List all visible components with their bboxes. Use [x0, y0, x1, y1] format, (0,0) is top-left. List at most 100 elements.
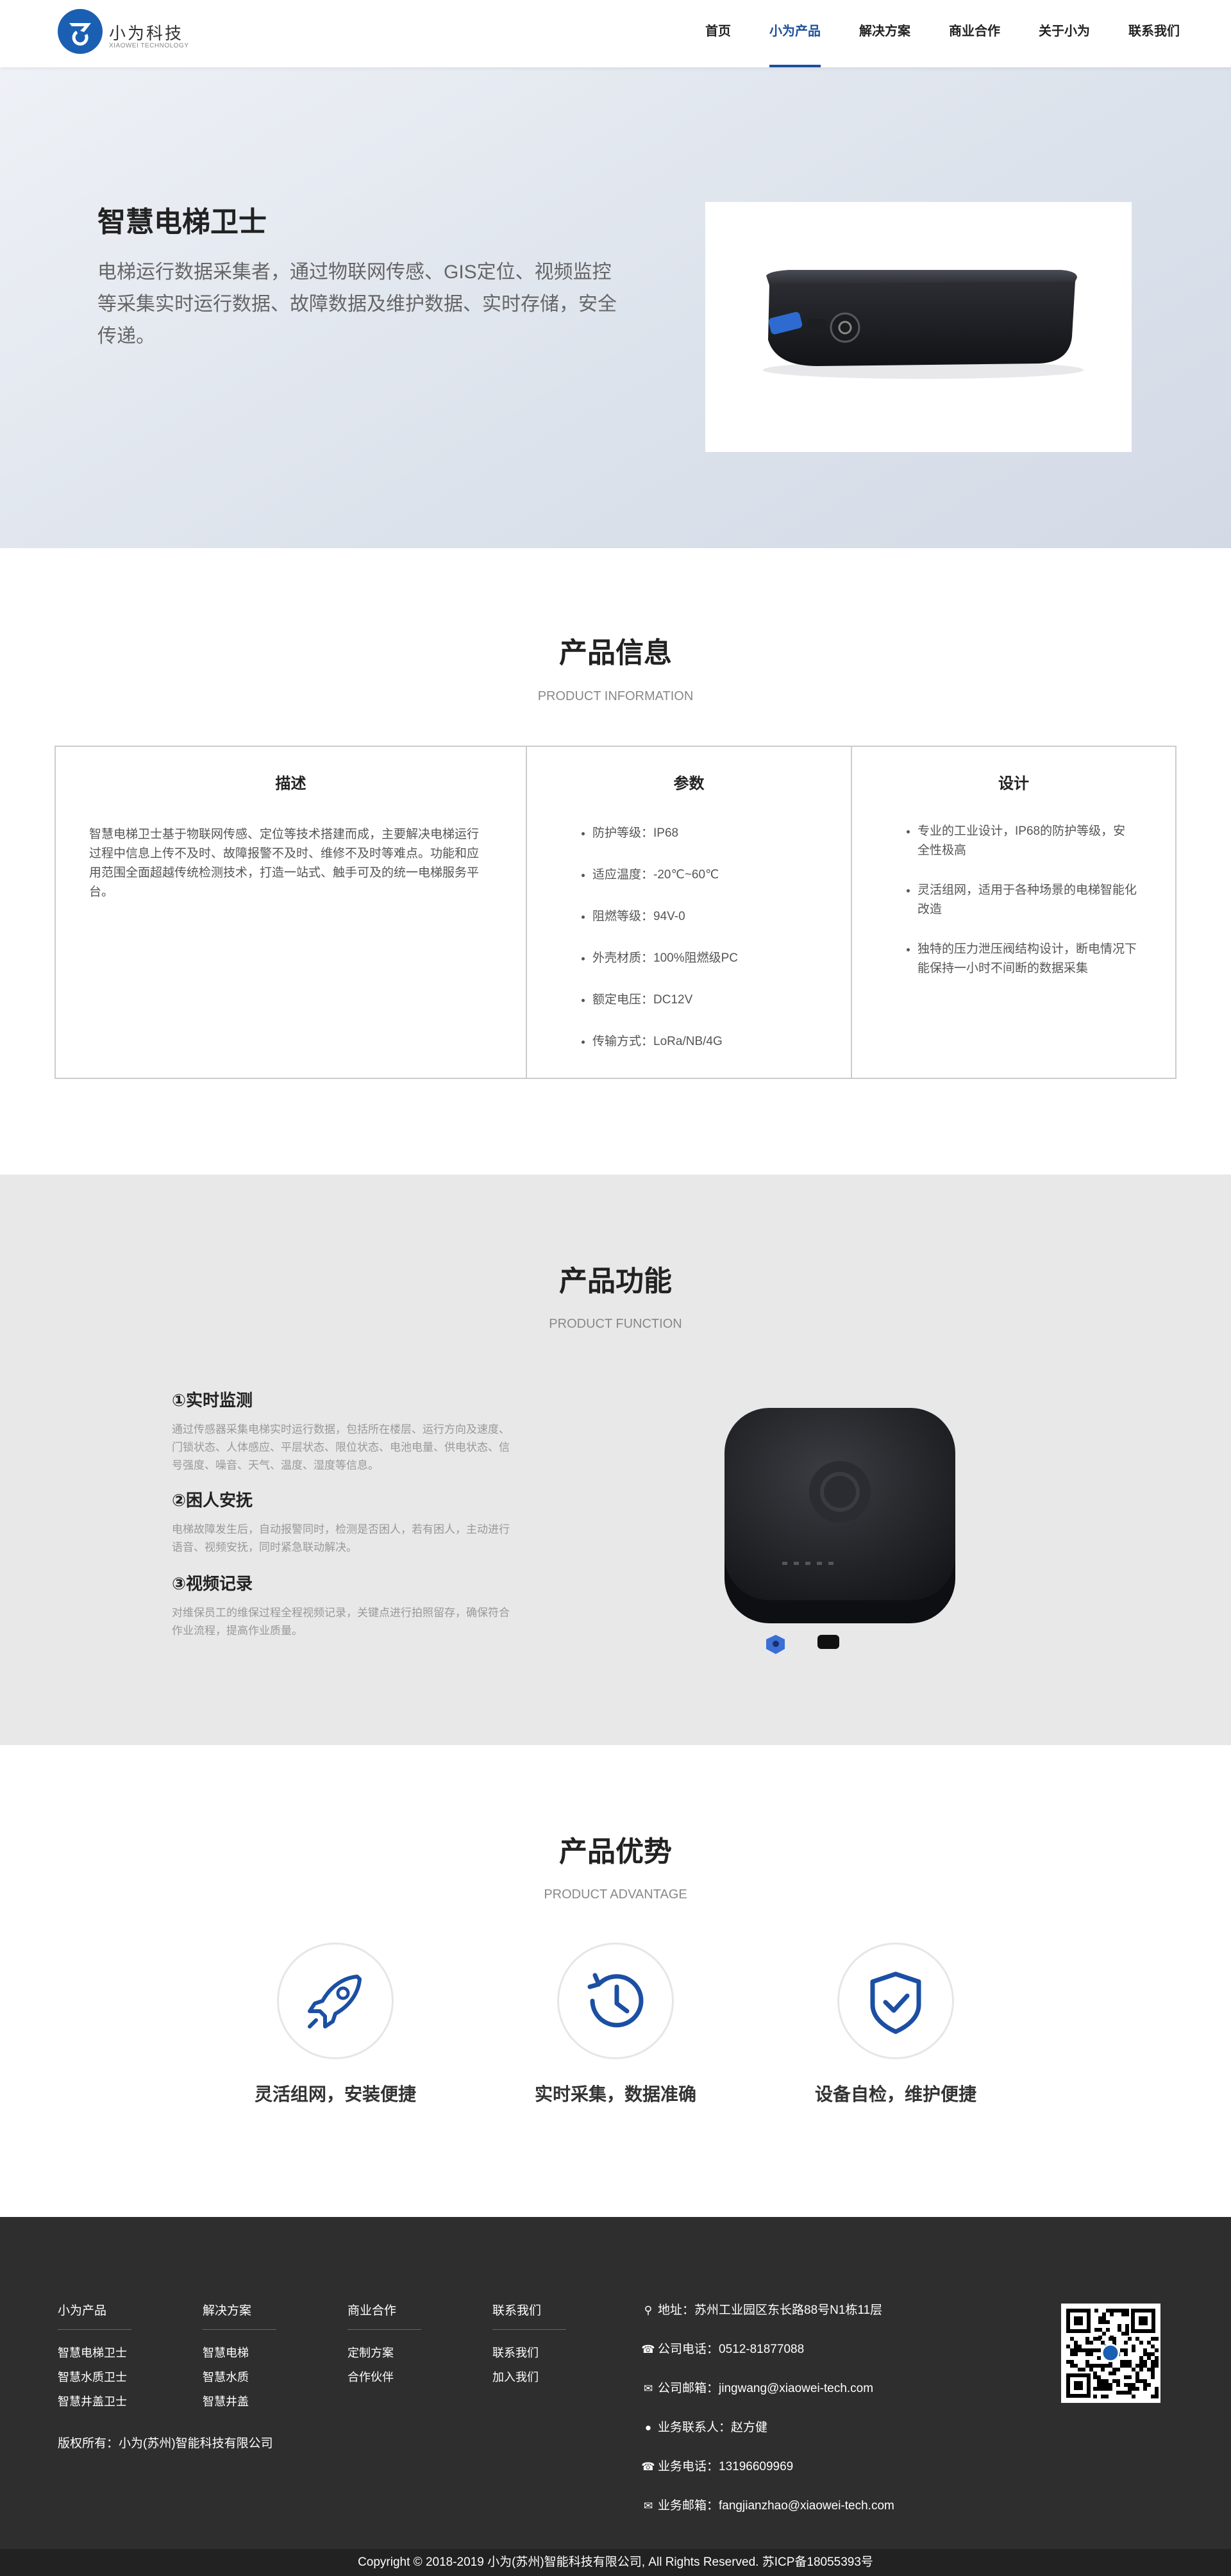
- param-value: -20℃~60℃: [653, 868, 719, 882]
- footer-link[interactable]: 加入我们: [492, 2368, 539, 2385]
- nav-home[interactable]: 首页: [705, 0, 731, 67]
- info-section-title: 产品信息: [559, 637, 672, 669]
- contact-company-phone: ☎ 公司电话：0512-81877088: [641, 2339, 804, 2357]
- design-item: 独特的压力泄压阀结构设计，断电情况下能保持一小时不间断的数据采集: [917, 940, 1137, 978]
- advantage-label-selfcheck: 设备自检，维护便捷: [814, 2084, 976, 2104]
- contact-value[interactable]: jingwang@xiaowei-tech.com: [719, 2382, 873, 2395]
- user-icon: ●: [644, 2421, 652, 2434]
- location-pin-icon: ⚲: [644, 2304, 653, 2316]
- shield-check-icon: [870, 1971, 921, 2034]
- function-title-rescue: ②困人安抚: [172, 1491, 253, 1510]
- footer-link[interactable]: 定制方案: [348, 2344, 394, 2361]
- contact-address: ⚲ 地址：苏州工业园区东长路88号N1栋11层: [641, 2300, 882, 2318]
- contact-label: 地址：: [658, 2304, 695, 2317]
- contact-label: 公司邮箱：: [658, 2382, 719, 2395]
- advantage-section-title: 产品优势: [559, 1836, 672, 1868]
- function-text-monitor: 通过传感器采集电梯实时运行数据，包括所在楼层、运行方向及速度、门锁状态、人体感应…: [172, 1423, 510, 1471]
- function-section-subtitle: PRODUCT FUNCTION: [549, 1317, 682, 1331]
- logo-mark-icon: [58, 9, 103, 54]
- footer-divider: [203, 2329, 276, 2330]
- footer-divider: [348, 2329, 421, 2330]
- hero-banner: 智慧电梯卫士 电梯运行数据采集者，通过物联网传感、GIS定位、视频监控等采集实时…: [0, 67, 1231, 548]
- site-footer: 小为产品 智慧电梯卫士 智慧水质卫士 智慧井盖卫士 解决方案 智慧电梯 智慧水质…: [0, 2217, 1231, 2576]
- contact-value[interactable]: fangjianzhao@xiaowei-tech.com: [719, 2499, 894, 2513]
- footer-link[interactable]: 智慧井盖: [203, 2393, 249, 2409]
- contact-business-email: ✉ 业务邮箱：fangjianzhao@xiaowei-tech.com: [641, 2496, 894, 2513]
- brand-subtitle: XIAOWEI TECHNOLOGY: [109, 42, 189, 49]
- brand-name: 小为科技: [109, 24, 184, 43]
- hero-title: 智慧电梯卫士: [97, 206, 267, 238]
- design-item: 专业的工业设计，IP68的防护等级，安全性极高: [917, 822, 1137, 860]
- nav-products[interactable]: 小为产品: [769, 0, 821, 67]
- param-item: 传输方式：LoRa/NB/4G: [592, 1032, 851, 1074]
- main-nav: 首页 小为产品 解决方案 商业合作 关于小为 联系我们: [667, 0, 1180, 67]
- design-heading: 设计: [998, 775, 1029, 792]
- footer-link[interactable]: 智慧电梯: [203, 2344, 249, 2361]
- phone-icon: ☎: [641, 2461, 655, 2473]
- param-key: 适应温度：: [592, 868, 654, 882]
- footer-link[interactable]: 合作伙伴: [348, 2368, 394, 2385]
- info-param-column: 参数 防护等级：IP68 适应温度：-20℃~60℃ 阻燃等级：94V-0 外壳…: [527, 747, 852, 1078]
- hero-product-image: [705, 202, 1132, 452]
- param-item: 额定电压：DC12V: [592, 991, 851, 1032]
- contact-label: 业务邮箱：: [658, 2499, 719, 2513]
- footer-link[interactable]: 智慧水质卫士: [58, 2368, 127, 2385]
- footer-link[interactable]: 智慧水质: [203, 2368, 249, 2385]
- contact-value: 苏州工业园区东长路88号N1栋11层: [694, 2304, 883, 2317]
- rocket-icon: [308, 1975, 362, 2028]
- param-key: 外壳材质：: [592, 951, 654, 965]
- site-header: 小为科技 XIAOWEI TECHNOLOGY 首页 小为产品 解决方案 商业合…: [0, 0, 1231, 67]
- param-value: LoRa/NB/4G: [653, 1035, 723, 1048]
- footer-link[interactable]: 联系我们: [492, 2344, 539, 2361]
- param-key: 防护等级：: [592, 826, 654, 840]
- mail-icon: ✉: [643, 2500, 653, 2512]
- footer-divider: [58, 2329, 131, 2330]
- footer-link[interactable]: 智慧井盖卫士: [58, 2393, 127, 2409]
- footer-owner: 版权所有：小为(苏州)智能科技有限公司: [58, 2437, 273, 2450]
- history-clock-icon: [587, 1973, 644, 2028]
- param-key: 传输方式：: [592, 1035, 654, 1048]
- design-item: 灵活组网，适用于各种场景的电梯智能化改造: [917, 881, 1137, 919]
- contact-label: 业务联系人：: [658, 2421, 732, 2434]
- nav-about[interactable]: 关于小为: [1039, 0, 1090, 67]
- param-value: 100%阻燃级PC: [653, 951, 739, 965]
- footer-divider: [492, 2329, 566, 2330]
- advantage-section-subtitle: PRODUCT ADVANTAGE: [544, 1887, 687, 1902]
- design-list: 专业的工业设计，IP68的防护等级，安全性极高 灵活组网，适用于各种场景的电梯智…: [917, 822, 1137, 978]
- nav-contact[interactable]: 联系我们: [1128, 0, 1180, 67]
- contact-label: 公司电话：: [658, 2343, 719, 2356]
- footer-heading-business: 商业合作: [348, 2304, 397, 2318]
- qr-code: [1061, 2304, 1160, 2403]
- contact-business-person: ● 业务联系人：赵方健: [641, 2418, 767, 2435]
- copyright-bar: Copyright © 2018-2019 小为(苏州)智能科技有限公司, Al…: [0, 2549, 1231, 2576]
- phone-icon: ☎: [641, 2343, 655, 2355]
- param-item: 适应温度：-20℃~60℃: [592, 866, 851, 907]
- function-title-monitor: ①实时监测: [172, 1391, 253, 1410]
- hero-description: 电梯运行数据采集者，通过物联网传感、GIS定位、视频监控等采集实时运行数据、故障…: [97, 262, 617, 347]
- param-key: 阻燃等级：: [592, 910, 654, 923]
- info-design-column: 设计 专业的工业设计，IP68的防护等级，安全性极高 灵活组网，适用于各种场景的…: [852, 747, 1175, 1078]
- nav-solutions[interactable]: 解决方案: [859, 0, 910, 67]
- advantage-label-realtime: 实时采集，数据准确: [534, 2084, 696, 2104]
- param-value: IP68: [653, 826, 679, 840]
- param-item: 外壳材质：100%阻燃级PC: [592, 949, 851, 991]
- brand-logo[interactable]: 小为科技 XIAOWEI TECHNOLOGY: [58, 9, 189, 58]
- footer-link[interactable]: 智慧电梯卫士: [58, 2344, 127, 2361]
- desc-heading: 描述: [275, 775, 306, 792]
- advantage-circle-selfcheck: [837, 1943, 954, 2059]
- param-item: 阻燃等级：94V-0: [592, 907, 851, 949]
- function-text-video: 对维保员工的维保过程全程视频记录，关键点进行拍照留存，确保符合作业流程，提高作业…: [172, 1607, 510, 1637]
- advantage-circle-realtime: [557, 1943, 674, 2059]
- function-title-video: ③视频记录: [172, 1574, 253, 1593]
- param-value: 94V-0: [653, 910, 685, 923]
- info-desc-column: 描述 智慧电梯卫士基于物联网传感、定位等技术搭建而成，主要解决电梯运行过程中信息…: [56, 747, 527, 1078]
- desc-text: 智慧电梯卫士基于物联网传感、定位等技术搭建而成，主要解决电梯运行过程中信息上传不…: [89, 828, 480, 899]
- function-text-rescue: 电梯故障发生后，自动报警同时，检测是否困人，若有困人，主动进行语音、视频安抚，同…: [172, 1523, 510, 1553]
- function-section-title: 产品功能: [559, 1266, 672, 1297]
- param-list: 防护等级：IP68 适应温度：-20℃~60℃ 阻燃等级：94V-0 外壳材质：…: [592, 824, 851, 1074]
- footer-heading-products: 小为产品: [58, 2304, 107, 2318]
- nav-business[interactable]: 商业合作: [949, 0, 1000, 67]
- advantage-label-networking: 灵活组网，安装便捷: [254, 2084, 416, 2104]
- param-key: 额定电压：: [592, 993, 654, 1007]
- function-section: 产品功能 PRODUCT FUNCTION ①实时监测 通过传感器采集电梯实时运…: [0, 1175, 1231, 1745]
